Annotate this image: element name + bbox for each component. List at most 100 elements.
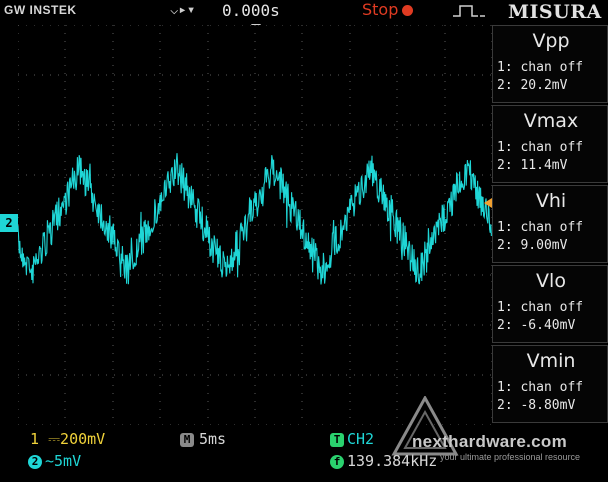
- grid-dot: [112, 89, 114, 90]
- grid-dot: [207, 145, 209, 146]
- grid-dot: [254, 25, 256, 26]
- grid-dot: [274, 25, 275, 26]
- grid-dot: [112, 113, 114, 114]
- grid-dot: [234, 74, 235, 76]
- grid-dot: [207, 289, 209, 290]
- grid-dot: [186, 324, 187, 326]
- grid-dot: [370, 374, 371, 376]
- grid-dot: [354, 224, 355, 226]
- grid-dot: [254, 305, 256, 306]
- grid-dot: [112, 41, 114, 42]
- grid-dot: [64, 417, 66, 418]
- grid-dot: [207, 273, 209, 274]
- grid-dot: [159, 97, 161, 98]
- ch2-waveform-trace: [18, 153, 492, 285]
- grid-dot: [338, 224, 339, 226]
- grid-dot: [458, 274, 459, 276]
- grid-dot: [122, 25, 123, 26]
- grid-dot: [34, 174, 35, 176]
- grid-dot: [322, 324, 323, 326]
- grid-dot: [159, 121, 161, 122]
- grid-dot: [186, 124, 187, 126]
- grid-dot: [207, 185, 209, 186]
- grid-dot: [444, 89, 446, 90]
- run-stop-status[interactable]: Stop: [362, 0, 414, 19]
- measurement-vpp[interactable]: Vpp 1: chan off 2: 20.2mV: [492, 25, 608, 103]
- grid-dot: [242, 224, 243, 226]
- grid-dot: [396, 377, 398, 378]
- ch1-scale-readout[interactable]: 1 ⎓200mV: [30, 430, 105, 448]
- timebase-readout[interactable]: M 5ms: [180, 430, 226, 448]
- grid-dot: [26, 224, 27, 226]
- grid-dot: [396, 369, 398, 370]
- grid-dot: [254, 401, 256, 402]
- grid-dot: [112, 145, 114, 146]
- waveform-display[interactable]: [18, 25, 492, 425]
- grid-dot: [466, 25, 467, 26]
- grid-dot: [444, 73, 446, 74]
- grid-dot: [396, 41, 398, 42]
- grid-dot: [444, 321, 446, 322]
- grid-dot: [349, 25, 351, 26]
- grid-dot: [130, 124, 131, 126]
- grid-dot: [396, 249, 398, 250]
- grid-dot: [90, 25, 91, 26]
- grid-dot: [106, 324, 107, 326]
- grid-dot: [112, 97, 114, 98]
- grid-dot: [207, 49, 209, 50]
- grid-dot: [207, 129, 209, 130]
- measurement-vmax[interactable]: Vmax 1: chan off 2: 11.4mV: [492, 105, 608, 183]
- grid-dot: [159, 105, 161, 106]
- grid-dot: [64, 305, 66, 306]
- grid-dot: [159, 281, 161, 282]
- grid-dot: [98, 374, 99, 376]
- grid-dot: [349, 353, 351, 354]
- ch2-scale-readout[interactable]: 2 ~5mV: [28, 452, 81, 470]
- grid-dot: [112, 209, 114, 210]
- grid-dot: [207, 345, 209, 346]
- grid-dot: [254, 145, 256, 146]
- grid-dot: [322, 25, 323, 26]
- grid-dot: [64, 65, 66, 66]
- grid-dot: [207, 337, 209, 338]
- measurement-vhi[interactable]: Vhi 1: chan off 2: 9.00mV: [492, 185, 608, 263]
- grid-dot: [490, 25, 491, 26]
- grid-dot: [306, 74, 307, 76]
- grid-dot: [258, 124, 259, 126]
- trigger-level-marker-icon[interactable]: [484, 198, 492, 208]
- measurement-vlo[interactable]: Vlo 1: chan off 2: -6.40mV: [492, 265, 608, 343]
- grid-dot: [349, 41, 351, 42]
- grid-dot: [154, 74, 155, 76]
- grid-dot: [314, 25, 315, 26]
- grid-dot: [378, 124, 379, 126]
- grid-dot: [112, 217, 114, 218]
- grid-dot: [410, 224, 411, 226]
- grid-dot: [354, 374, 355, 376]
- grid-dot: [159, 249, 161, 250]
- grid-dot: [306, 124, 307, 126]
- grid-dot: [64, 361, 66, 362]
- grid-dot: [282, 74, 283, 76]
- grid-dot: [207, 137, 209, 138]
- grid-dot: [64, 33, 66, 34]
- grid-dot: [50, 374, 51, 376]
- trigger-source-readout[interactable]: T CH2: [330, 430, 374, 448]
- grid-dot: [301, 241, 303, 242]
- grid-dot: [394, 124, 395, 126]
- grid-dot: [194, 374, 195, 376]
- grid-dot: [112, 121, 114, 122]
- grid-dot: [234, 224, 235, 226]
- grid-dot: [396, 321, 398, 322]
- trigger-badge: T: [330, 433, 344, 447]
- grid-dot: [186, 224, 187, 226]
- grid-dot: [444, 25, 446, 26]
- grid-dot: [242, 124, 243, 126]
- grid-dot: [106, 25, 107, 26]
- grid-dot: [370, 324, 371, 326]
- grid-dot: [396, 105, 398, 106]
- grid-dot: [378, 74, 379, 76]
- grid-dot: [254, 153, 256, 154]
- grid-dot: [349, 305, 351, 306]
- grid-dot: [122, 324, 123, 326]
- grid-dot: [207, 209, 209, 210]
